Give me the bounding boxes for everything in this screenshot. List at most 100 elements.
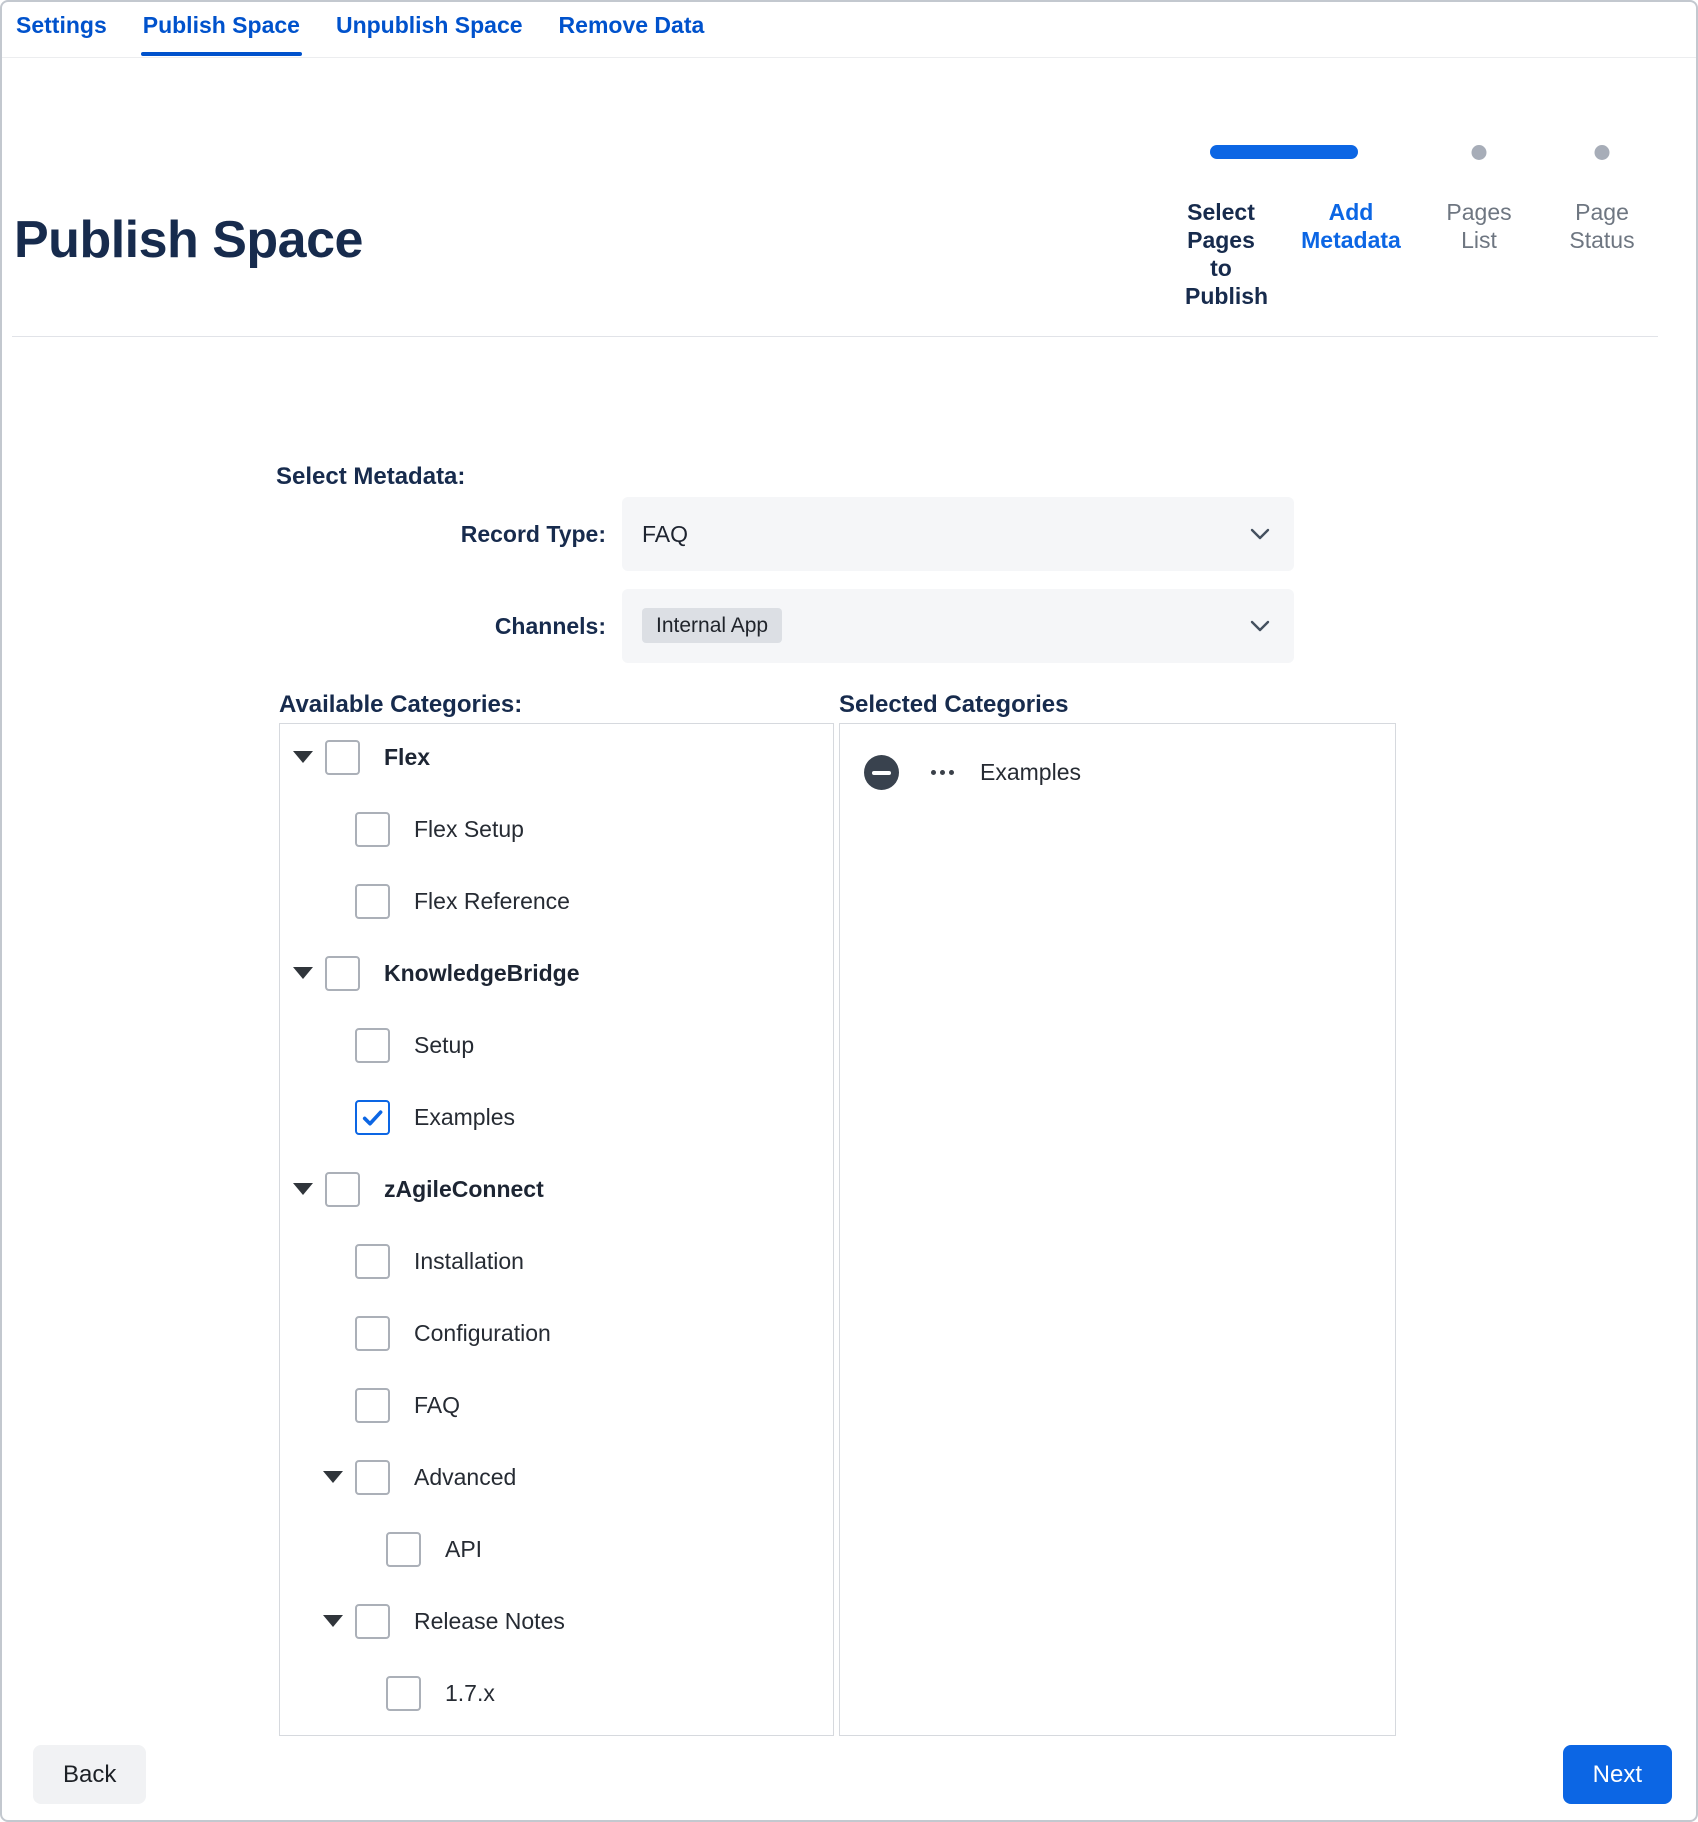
channel-chip: Internal App	[642, 608, 782, 643]
metadata-form: Select Metadata: Record Type: FAQ Channe…	[2, 463, 1696, 663]
category-label: Release Notes	[414, 1608, 565, 1635]
category-label: FAQ	[414, 1392, 460, 1419]
category-label: Setup	[414, 1032, 474, 1059]
collapse-caret-icon[interactable]	[293, 751, 313, 763]
chevron-down-icon	[1250, 619, 1270, 633]
category-release-notes: Release Notes	[280, 1590, 833, 1652]
category-flex-reference: Flex Reference	[280, 870, 833, 932]
selected-category-label: Examples	[980, 759, 1081, 786]
category-checkbox[interactable]	[386, 1532, 421, 1567]
category-checkbox[interactable]	[355, 1100, 390, 1135]
category-checkbox[interactable]	[355, 812, 390, 847]
category-checkbox[interactable]	[325, 740, 360, 775]
selected-categories-column: Selected Categories Examples	[839, 691, 1396, 1736]
record-type-label: Record Type:	[276, 521, 606, 548]
category-checkbox[interactable]	[355, 1460, 390, 1495]
step-label-pages-list: Pages List	[1443, 198, 1515, 254]
caret-slot	[323, 1615, 355, 1627]
category-checkbox[interactable]	[355, 1388, 390, 1423]
collapse-caret-icon[interactable]	[323, 1471, 343, 1483]
categories-section: Available Categories: Flex Flex Set	[2, 691, 1696, 1736]
caret-slot	[354, 1543, 386, 1555]
category-checkbox[interactable]	[355, 884, 390, 919]
category-label: Examples	[414, 1104, 515, 1131]
category-label: Configuration	[414, 1320, 551, 1347]
tab-label: Publish Space	[143, 12, 300, 38]
checkmark-icon	[360, 1105, 385, 1130]
caret-slot	[323, 823, 355, 835]
tab-unpublish-space[interactable]: Unpublish Space	[336, 10, 523, 57]
tab-remove-data[interactable]: Remove Data	[559, 10, 705, 57]
category-label: 1.7.x	[445, 1680, 495, 1707]
caret-slot	[323, 1039, 355, 1051]
category-label: Flex Reference	[414, 888, 570, 915]
category-1.7.x: 1.7.x	[280, 1662, 833, 1724]
category-label: Advanced	[414, 1464, 516, 1491]
caret-slot	[354, 1687, 386, 1699]
channels-row: Channels: Internal App	[276, 589, 1696, 663]
collapse-caret-icon[interactable]	[293, 967, 313, 979]
category-faq: FAQ	[280, 1374, 833, 1436]
tab-settings[interactable]: Settings	[16, 10, 107, 57]
channels-select[interactable]: Internal App	[622, 589, 1294, 663]
step-label-page-status: Page Status	[1560, 198, 1644, 254]
tab-label: Unpublish Space	[336, 12, 523, 38]
stepper-dot-page-status	[1595, 145, 1610, 160]
page-header: Publish Space Select Pages to PublishAdd…	[2, 58, 1696, 336]
chevron-down-icon	[1250, 527, 1270, 541]
available-categories-box: Flex Flex Setup Flex Reference	[279, 723, 834, 1736]
category-checkbox[interactable]	[355, 1028, 390, 1063]
category-examples: Examples	[280, 1086, 833, 1148]
tab-bar: Settings Publish Space Unpublish Space Remo…	[2, 2, 1696, 58]
selected-categories-heading: Selected Categories	[839, 691, 1396, 718]
next-button[interactable]: Next	[1563, 1745, 1672, 1804]
page-title: Publish Space	[14, 210, 363, 270]
stepper-progress-pill	[1210, 145, 1358, 159]
category-flex-setup: Flex Setup	[280, 798, 833, 860]
tab-label: Remove Data	[559, 12, 705, 38]
category-checkbox[interactable]	[355, 1244, 390, 1279]
category-checkbox[interactable]	[355, 1604, 390, 1639]
available-categories-heading: Available Categories:	[279, 691, 834, 718]
category-flex: Flex	[280, 726, 833, 788]
selected-categories-box: Examples	[839, 723, 1396, 1736]
category-label: KnowledgeBridge	[384, 960, 580, 987]
collapse-caret-icon[interactable]	[293, 1183, 313, 1195]
category-label: API	[445, 1536, 482, 1563]
caret-slot	[323, 1255, 355, 1267]
category-label: zAgileConnect	[384, 1176, 544, 1203]
back-button[interactable]: Back	[33, 1745, 146, 1804]
caret-slot	[323, 1327, 355, 1339]
selected-examples: Examples	[864, 752, 1395, 792]
caret-slot	[323, 1471, 355, 1483]
category-checkbox[interactable]	[325, 1172, 360, 1207]
category-configuration: Configuration	[280, 1302, 833, 1364]
publish-space-page: Settings Publish Space Unpublish Space Remo…	[0, 0, 1698, 1822]
record-type-select[interactable]: FAQ	[622, 497, 1294, 571]
category-zagileconnect: zAgileConnect	[280, 1158, 833, 1220]
category-label: Flex	[384, 744, 430, 771]
collapse-caret-icon[interactable]	[323, 1615, 343, 1627]
tab-publish-space[interactable]: Publish Space	[143, 10, 300, 57]
stepper-dot-pages-list	[1472, 145, 1487, 160]
category-knowledgebridge: KnowledgeBridge	[280, 942, 833, 1004]
channels-chip-wrap: Internal App	[642, 614, 1250, 638]
record-type-row: Record Type: FAQ	[276, 497, 1696, 571]
selected-categories-list: Examples	[840, 724, 1395, 792]
category-setup: Setup	[280, 1014, 833, 1076]
caret-slot	[293, 967, 325, 979]
select-metadata-heading: Select Metadata:	[276, 463, 1696, 491]
caret-slot	[293, 1183, 325, 1195]
category-checkbox[interactable]	[386, 1676, 421, 1711]
available-categories-column: Available Categories: Flex Flex Set	[279, 691, 834, 1736]
category-label: Installation	[414, 1248, 524, 1275]
category-api: API	[280, 1518, 833, 1580]
category-checkbox[interactable]	[355, 1316, 390, 1351]
category-checkbox[interactable]	[325, 956, 360, 991]
remove-category-icon[interactable]	[864, 755, 899, 790]
drag-handle-icon[interactable]	[931, 770, 954, 775]
wizard-stepper: Select Pages to PublishAdd MetadataPages…	[1157, 145, 1687, 325]
category-label: Flex Setup	[414, 816, 524, 843]
caret-slot	[323, 1111, 355, 1123]
tab-label: Settings	[16, 12, 107, 38]
